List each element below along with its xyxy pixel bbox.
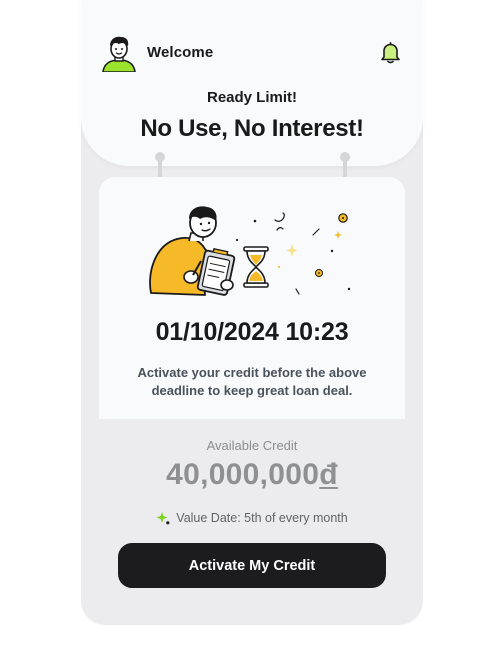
user-avatar-icon[interactable] — [101, 34, 137, 72]
available-credit-label: Available Credit — [206, 438, 298, 453]
currency-symbol: đ — [319, 458, 338, 491]
card-pin-left-top — [155, 152, 165, 162]
page-title: No Use, No Interest! — [140, 115, 364, 142]
activate-credit-button[interactable]: Activate My Credit — [118, 543, 386, 588]
value-date-text: Value Date: 5th of every month — [176, 511, 348, 525]
card-pin-right-top — [340, 152, 350, 162]
ready-limit-label: Ready Limit! — [206, 89, 297, 106]
deadline-description: Activate your credit before the above de… — [137, 365, 367, 398]
sparkle-icon — [156, 512, 170, 525]
available-credit-amount: 40,000,000đ — [99, 458, 405, 492]
activation-deadline: 01/10/2024 10:23 — [155, 318, 349, 346]
welcome-label: Welcome — [147, 44, 214, 61]
bell-icon[interactable] — [380, 42, 401, 64]
value-date-row: Value Date: 5th of every month — [99, 511, 405, 525]
credit-amount-value: 40,000,000 — [166, 458, 320, 491]
deadline-illustration — [149, 206, 351, 296]
